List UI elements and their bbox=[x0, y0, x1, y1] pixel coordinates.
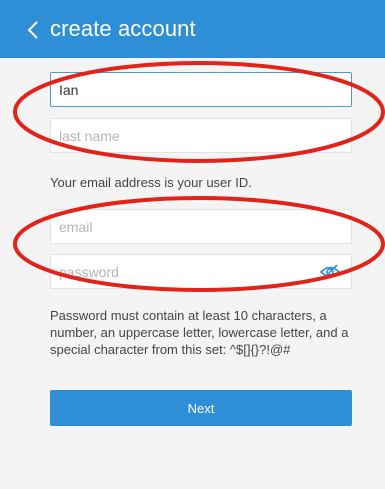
eye-slash-icon bbox=[319, 264, 341, 280]
create-account-screen: create account Your email address is you… bbox=[0, 0, 385, 489]
app-header: create account bbox=[0, 0, 385, 58]
last-name-field[interactable] bbox=[50, 118, 352, 153]
password-requirements: Password must contain at least 10 charac… bbox=[50, 308, 349, 357]
first-name-field[interactable] bbox=[50, 72, 352, 107]
last-name-input[interactable] bbox=[51, 119, 351, 152]
email-field[interactable] bbox=[50, 209, 352, 244]
page-title: create account bbox=[50, 16, 196, 41]
chevron-left-icon bbox=[27, 21, 38, 39]
show-password-button[interactable] bbox=[319, 263, 341, 281]
next-button[interactable]: Next bbox=[50, 390, 352, 426]
user-id-note: Your email address is your user ID. bbox=[50, 175, 252, 190]
password-field[interactable] bbox=[50, 254, 352, 289]
password-input[interactable] bbox=[51, 255, 351, 288]
back-button[interactable] bbox=[22, 15, 44, 45]
first-name-input[interactable] bbox=[51, 73, 351, 106]
email-input[interactable] bbox=[51, 210, 351, 243]
